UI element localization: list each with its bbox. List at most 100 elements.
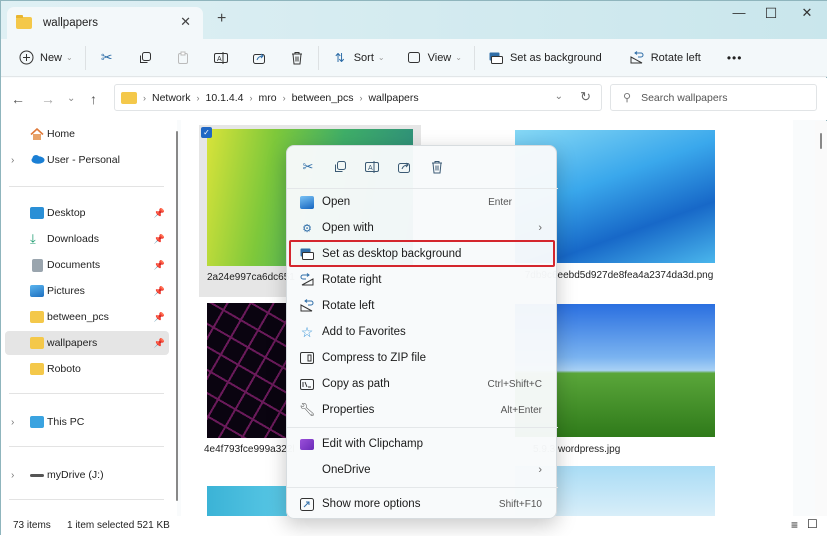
divider: [9, 186, 164, 187]
menu-label: Open: [322, 196, 351, 208]
tiles-view-button[interactable]: ☐: [807, 517, 818, 531]
sidebar-item-home[interactable]: Home: [5, 122, 169, 146]
content-scrollbar[interactable]: [815, 121, 827, 516]
address-history-dropdown[interactable]: ⌄: [555, 91, 563, 102]
divider: [9, 393, 164, 394]
copy-button[interactable]: [130, 44, 160, 72]
search-input[interactable]: [641, 91, 802, 104]
navigation-bar: ← → ⌄ ↑ › Network › 10.1.4.4 › mro › bet…: [1, 78, 827, 120]
file-tile[interactable]: [207, 486, 287, 516]
paste-button[interactable]: [168, 44, 198, 72]
menu-label: Set as desktop background: [322, 247, 462, 260]
file-thumbnail: [207, 303, 287, 438]
sidebar-label: Pictures: [47, 285, 85, 297]
forward-button[interactable]: →: [41, 91, 55, 107]
menu-item-open-with[interactable]: ⚙ Open with ›: [291, 215, 554, 241]
sidebar-item-downloads[interactable]: ⤓ Downloads 📌: [5, 227, 169, 251]
copy-icon[interactable]: [331, 158, 349, 176]
expand-chevron-icon[interactable]: ›: [11, 417, 14, 428]
pin-icon[interactable]: 📌: [154, 208, 165, 219]
breadcrumb-between-pcs[interactable]: between_pcs: [292, 92, 354, 104]
menu-item-edit-with-clipchamp[interactable]: Edit with Clipchamp: [291, 431, 554, 457]
sidebar-item-documents[interactable]: Documents 📌: [5, 253, 169, 277]
share-icon[interactable]: [395, 158, 413, 176]
close-button[interactable]: ✕: [787, 5, 827, 23]
sort-button[interactable]: ⇅ Sort ⌄: [325, 44, 391, 72]
breadcrumb-mro[interactable]: mro: [258, 92, 276, 104]
sidebar-scrollbar[interactable]: [176, 131, 178, 501]
set-as-background-button[interactable]: Set as background: [481, 44, 608, 72]
divider: [317, 45, 319, 70]
menu-item-show-more-options[interactable]: Show more options Shift+F10: [291, 491, 554, 517]
documents-icon: [32, 258, 43, 272]
divider: [9, 446, 164, 447]
breadcrumb-network[interactable]: Network: [152, 92, 191, 104]
pin-icon[interactable]: 📌: [154, 260, 165, 271]
rename-icon[interactable]: A: [363, 158, 381, 176]
recent-locations-button[interactable]: ⌄: [67, 93, 75, 104]
sidebar-item-user-personal[interactable]: › User - Personal: [5, 148, 169, 172]
new-button[interactable]: New ⌄: [11, 44, 79, 72]
tab-title: wallpapers: [43, 17, 98, 29]
cut-icon[interactable]: ✂: [299, 158, 317, 176]
sidebar-label: Roboto: [47, 363, 81, 375]
maximize-button[interactable]: ☐: [751, 5, 791, 23]
wallpaper-icon: [299, 246, 315, 262]
refresh-icon[interactable]: ↻: [580, 89, 591, 105]
scrollbar-thumb[interactable]: [820, 133, 822, 149]
menu-item-rotate-right[interactable]: Rotate right: [291, 267, 554, 293]
sidebar-item-pictures[interactable]: Pictures 📌: [5, 279, 169, 303]
menu-label: Edit with Clipchamp: [322, 438, 423, 450]
new-tab-button[interactable]: +: [217, 10, 226, 28]
chevron-right-icon: ›: [282, 92, 286, 103]
rename-button[interactable]: A: [206, 44, 236, 72]
delete-button[interactable]: [282, 44, 312, 72]
menu-item-set-as-desktop-background[interactable]: Set as desktop background: [289, 240, 555, 267]
search-box[interactable]: ⚲: [610, 84, 817, 111]
navigation-pane: Home › User - Personal Desktop 📌 ⤓ Downl…: [1, 120, 177, 516]
pin-icon[interactable]: 📌: [154, 338, 165, 349]
menu-label: OneDrive: [322, 464, 371, 476]
pin-icon[interactable]: 📌: [154, 234, 165, 245]
delete-icon[interactable]: [428, 158, 446, 176]
tab-close-button[interactable]: ✕: [180, 14, 191, 30]
folder-icon: [121, 91, 137, 104]
menu-label: Rotate right: [322, 274, 382, 286]
desktop-icon: [30, 207, 44, 219]
expand-chevron-icon[interactable]: ›: [11, 155, 14, 166]
view-button[interactable]: View ⌄: [399, 44, 468, 72]
tab-wallpapers[interactable]: wallpapers ✕: [7, 7, 203, 39]
menu-item-copy-as-path[interactable]: Copy as path Ctrl+Shift+C: [291, 371, 554, 397]
rotate-left-button[interactable]: Rotate left: [622, 44, 707, 72]
menu-item-rotate-left[interactable]: Rotate left: [291, 293, 554, 319]
view-icon: [405, 49, 423, 67]
view-label: View: [427, 51, 452, 64]
expand-chevron-icon[interactable]: ›: [11, 470, 14, 481]
share-button[interactable]: [244, 44, 274, 72]
up-button[interactable]: ↑: [90, 91, 97, 107]
chevron-right-icon: ›: [359, 92, 363, 103]
sidebar-item-this-pc[interactable]: › This PC: [5, 410, 169, 434]
sidebar-item-mydrive[interactable]: › myDrive (J:): [5, 463, 169, 487]
menu-item-properties[interactable]: 🔧︎ Properties Alt+Enter: [291, 397, 554, 423]
cut-button[interactable]: ✂: [92, 44, 122, 72]
sidebar-item-roboto[interactable]: Roboto: [5, 357, 169, 381]
pin-icon[interactable]: 📌: [154, 312, 165, 323]
breadcrumb-wallpapers[interactable]: wallpapers: [368, 92, 418, 104]
more-options-button[interactable]: •••: [721, 44, 749, 72]
selection-info: 1 item selected: [67, 520, 135, 531]
sidebar-item-between-pcs[interactable]: between_pcs 📌: [5, 305, 169, 329]
menu-item-add-to-favorites[interactable]: ☆ Add to Favorites: [291, 319, 554, 345]
menu-item-onedrive[interactable]: OneDrive ›: [291, 457, 554, 483]
sidebar-label: Desktop: [47, 207, 86, 219]
sidebar-item-wallpapers[interactable]: wallpapers 📌: [5, 331, 169, 355]
details-view-button[interactable]: ≡: [791, 518, 798, 532]
address-bar[interactable]: › Network › 10.1.4.4 › mro › between_pcs…: [114, 84, 602, 111]
back-button[interactable]: ←: [11, 91, 25, 107]
breadcrumb-ip[interactable]: 10.1.4.4: [206, 92, 244, 104]
sidebar-item-desktop[interactable]: Desktop 📌: [5, 201, 169, 225]
pin-icon[interactable]: 📌: [154, 286, 165, 297]
menu-item-open[interactable]: Open Enter: [291, 189, 554, 215]
checkbox-checked-icon[interactable]: ✓: [201, 127, 212, 138]
menu-item-compress-zip[interactable]: Compress to ZIP file: [291, 345, 554, 371]
